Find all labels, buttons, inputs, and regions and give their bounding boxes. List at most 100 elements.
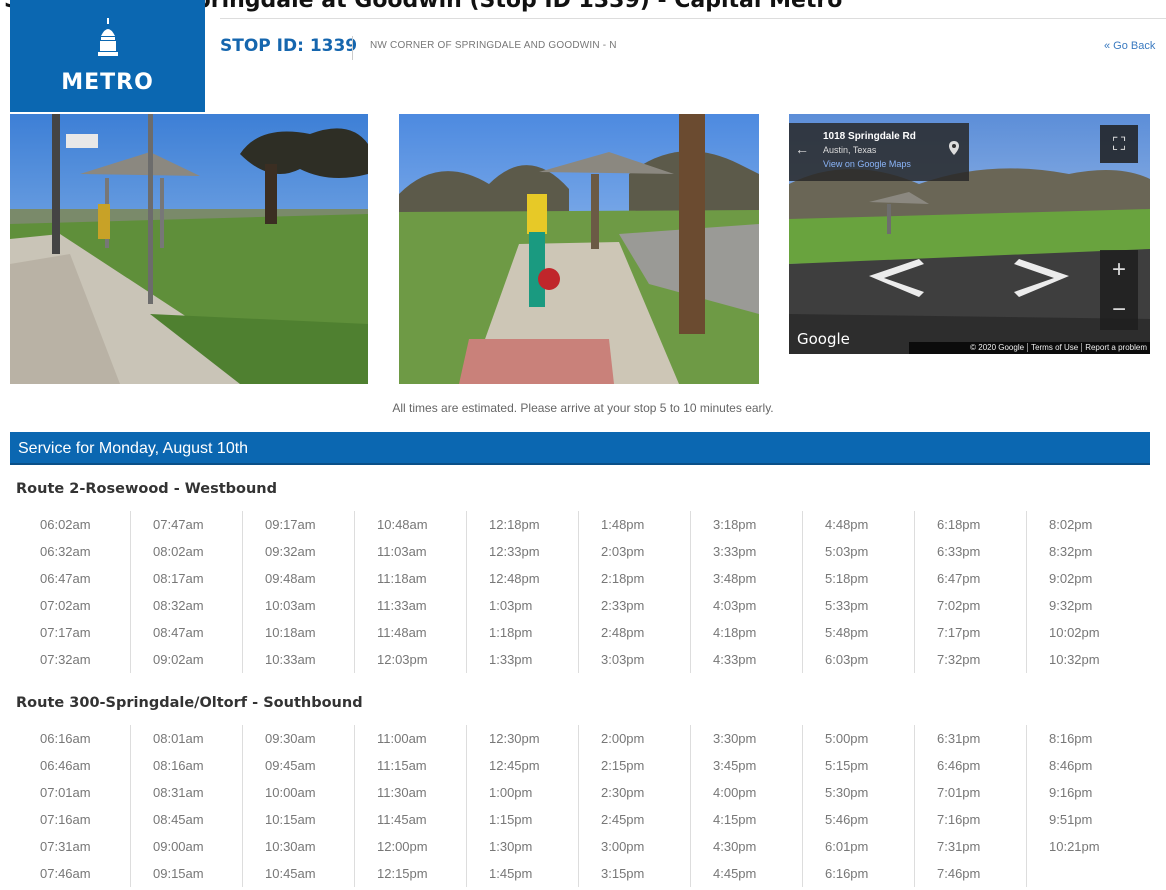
departure-time: 2:45pm xyxy=(601,812,645,827)
street-view-address: 1018 Springdale Rd xyxy=(823,131,916,142)
stop-divider xyxy=(352,36,353,60)
departure-time: 1:45pm xyxy=(489,866,533,881)
departure-time: 2:33pm xyxy=(601,598,645,613)
route-schedule: 06:16am 06:46am 07:01am 07:16am 07:31am 07:46… xyxy=(18,725,1150,887)
schedule-column: 09:17am 09:32am 09:48am 10:03am 10:18am 10:33… xyxy=(242,511,354,673)
departure-time: 09:02am xyxy=(153,652,204,667)
departure-time: 5:48pm xyxy=(825,625,869,640)
departure-time: 7:46pm xyxy=(937,866,981,881)
route-title: Route 2-Rosewood - Westbound xyxy=(16,481,278,497)
departure-time: 3:45pm xyxy=(713,758,757,773)
departure-time: 4:00pm xyxy=(713,785,757,800)
departure-time: 12:33pm xyxy=(489,544,540,559)
departure-time: 08:45am xyxy=(153,812,204,827)
departure-time: 1:30pm xyxy=(489,839,533,854)
departure-time: 5:30pm xyxy=(825,785,869,800)
departure-time: 12:30pm xyxy=(489,731,540,746)
departure-time: 11:45am xyxy=(377,812,427,827)
departure-time: 6:01pm xyxy=(825,839,869,854)
schedule-column: 3:30pm 3:45pm 4:00pm 4:15pm 4:30pm 4:45pm xyxy=(690,725,802,887)
schedule-column: 5:00pm 5:15pm 5:30pm 5:46pm 6:01pm 6:16pm xyxy=(802,725,914,887)
departure-time: 6:47pm xyxy=(937,571,981,586)
departure-time: 10:32pm xyxy=(1049,652,1100,667)
departure-time: 10:00am xyxy=(265,785,316,800)
schedule-column: 12:18pm 12:33pm 12:48pm 1:03pm 1:18pm 1:33pm xyxy=(466,511,578,673)
departure-time: 12:18pm xyxy=(489,517,540,532)
departure-time: 1:48pm xyxy=(601,517,645,532)
stop-photo-2 xyxy=(399,114,759,384)
departure-time: 06:46am xyxy=(40,758,91,773)
departure-time: 5:46pm xyxy=(825,812,869,827)
departure-time: 9:16pm xyxy=(1049,785,1093,800)
departure-time: 3:15pm xyxy=(601,866,645,881)
departure-time: 09:15am xyxy=(153,866,204,881)
departure-time: 1:18pm xyxy=(489,625,533,640)
header-divider xyxy=(220,18,1166,19)
departure-time: 7:02pm xyxy=(937,598,981,613)
departure-time: 7:16pm xyxy=(937,812,981,827)
departure-time: 6:16pm xyxy=(825,866,869,881)
departure-time xyxy=(1049,860,1138,887)
departure-time: 11:15am xyxy=(377,758,427,773)
schedule-column: 06:16am 06:46am 07:01am 07:16am 07:31am 07:46… xyxy=(18,725,130,887)
departure-time: 06:16am xyxy=(40,731,91,746)
metro-logo[interactable]: METRO xyxy=(10,0,205,112)
departure-time: 09:30am xyxy=(265,731,316,746)
zoom-out-icon[interactable]: − xyxy=(1100,290,1138,330)
departure-time: 4:03pm xyxy=(713,598,757,613)
departure-time: 07:16am xyxy=(40,812,91,827)
departure-time: 7:01pm xyxy=(937,785,981,800)
departure-time: 5:15pm xyxy=(825,758,869,773)
departure-time: 06:32am xyxy=(40,544,91,559)
departure-time: 12:00pm xyxy=(377,839,428,854)
terms-of-use-link[interactable]: Terms of Use xyxy=(1027,343,1082,352)
departure-time: 6:33pm xyxy=(937,544,981,559)
departure-time: 3:00pm xyxy=(601,839,645,854)
street-view-panel[interactable]: ← 1018 Springdale Rd Austin, Texas View … xyxy=(789,114,1150,354)
departure-time: 9:32pm xyxy=(1049,598,1093,613)
report-problem-link[interactable]: Report a problem xyxy=(1081,343,1150,352)
schedule-column: 4:48pm 5:03pm 5:18pm 5:33pm 5:48pm 6:03pm xyxy=(802,511,914,673)
departure-time: 7:31pm xyxy=(937,839,981,854)
capitol-dome-icon xyxy=(98,18,118,56)
departure-time: 1:15pm xyxy=(489,812,533,827)
departure-time: 4:33pm xyxy=(713,652,757,667)
departure-time: 4:30pm xyxy=(713,839,757,854)
departure-time: 07:02am xyxy=(40,598,91,613)
departure-time: 7:32pm xyxy=(937,652,981,667)
departure-time: 2:30pm xyxy=(601,785,645,800)
departure-time: 5:18pm xyxy=(825,571,869,586)
schedule-column: 1:48pm 2:03pm 2:18pm 2:33pm 2:48pm 3:03pm xyxy=(578,511,690,673)
departure-time: 08:01am xyxy=(153,731,204,746)
departure-time: 2:48pm xyxy=(601,625,645,640)
stop-photo-1 xyxy=(10,114,368,384)
departure-time: 08:16am xyxy=(153,758,204,773)
zoom-control[interactable]: + − xyxy=(1100,250,1138,330)
departure-time: 10:33am xyxy=(265,652,316,667)
departure-time: 07:31am xyxy=(40,839,91,854)
go-back-link[interactable]: « Go Back xyxy=(1104,40,1155,52)
departure-time: 4:15pm xyxy=(713,812,757,827)
departure-time: 08:47am xyxy=(153,625,204,640)
departure-time: 4:48pm xyxy=(825,517,869,532)
stop-id: STOP ID: 1339 xyxy=(220,36,358,56)
zoom-in-icon[interactable]: + xyxy=(1100,250,1138,290)
schedule-column: 6:18pm 6:33pm 6:47pm 7:02pm 7:17pm 7:32pm xyxy=(914,511,1026,673)
fullscreen-icon[interactable]: ⛶ xyxy=(1100,125,1138,163)
departure-time: 08:17am xyxy=(153,571,204,586)
stop-description: NW CORNER OF SPRINGDALE AND GOODWIN - N xyxy=(370,40,617,51)
departure-time: 09:00am xyxy=(153,839,204,854)
departure-time: 11:30am xyxy=(377,785,427,800)
departure-time: 12:03pm xyxy=(377,652,428,667)
departure-time: 2:03pm xyxy=(601,544,645,559)
departure-time: 4:45pm xyxy=(713,866,757,881)
view-on-google-maps-link[interactable]: View on Google Maps xyxy=(823,159,911,169)
departure-time: 4:18pm xyxy=(713,625,757,640)
departure-time: 1:33pm xyxy=(489,652,533,667)
departure-time: 10:02pm xyxy=(1049,625,1100,640)
departure-time: 6:03pm xyxy=(825,652,869,667)
departure-time: 12:48pm xyxy=(489,571,540,586)
back-arrow-icon[interactable]: ← xyxy=(795,141,809,157)
service-date-header: Service for Monday, August 10th xyxy=(10,432,1150,465)
street-view-address-card: ← 1018 Springdale Rd Austin, Texas View … xyxy=(789,123,969,181)
